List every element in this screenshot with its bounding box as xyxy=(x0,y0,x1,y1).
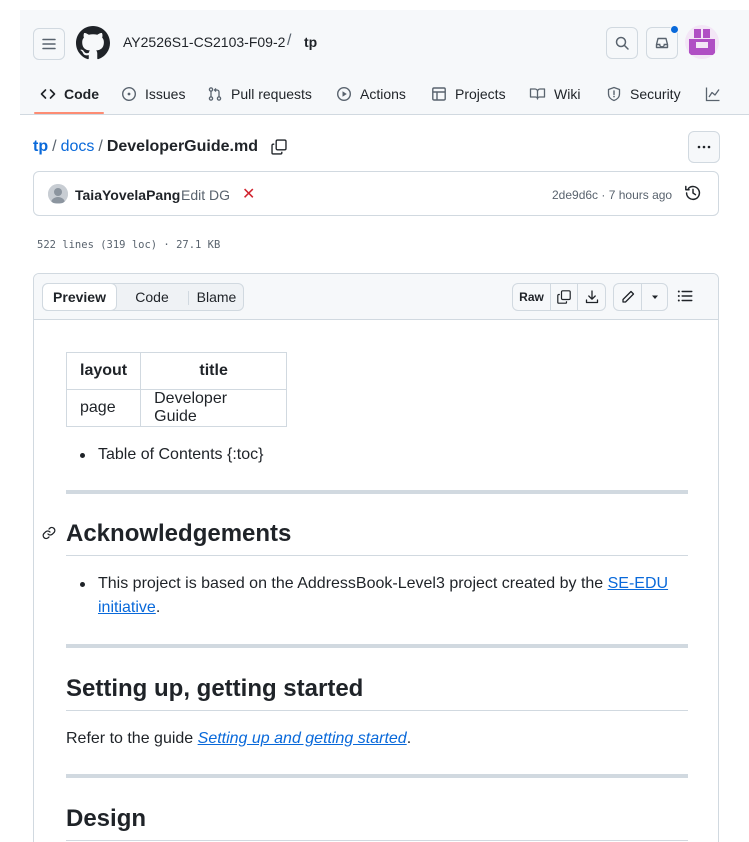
raw-actions-group: Raw xyxy=(512,283,606,311)
graph-icon xyxy=(705,87,720,102)
repo-name-link[interactable]: tp xyxy=(304,34,317,50)
breadcrumb-separator: / xyxy=(52,138,57,155)
breadcrumb-folder[interactable]: docs xyxy=(61,138,95,156)
search-icon xyxy=(615,36,629,50)
breadcrumb-root[interactable]: tp xyxy=(33,138,48,156)
inbox-icon xyxy=(655,37,669,49)
horizontal-rule xyxy=(66,774,688,778)
history-button[interactable] xyxy=(684,184,702,202)
code-icon xyxy=(40,89,56,99)
breadcrumb: tp / docs / DeveloperGuide.md xyxy=(33,138,288,156)
history-icon xyxy=(685,185,701,201)
tab-projects[interactable]: Projects xyxy=(431,80,506,108)
menu-button[interactable] xyxy=(33,28,65,60)
heading-design: Design xyxy=(66,804,688,841)
horizontal-rule xyxy=(66,490,688,494)
se-edu-link[interactable]: SE-EDU xyxy=(608,575,668,592)
repo-separator: / xyxy=(287,32,292,49)
outline-button[interactable] xyxy=(676,287,694,305)
file-meta: 522 lines (319 loc) · 27.1 KB xyxy=(37,239,221,251)
github-logo-icon[interactable] xyxy=(76,26,110,60)
pull-request-icon xyxy=(208,87,222,101)
tab-pull-requests[interactable]: Pull requests xyxy=(207,80,312,108)
book-icon xyxy=(529,88,546,100)
tab-code[interactable]: Code xyxy=(40,80,99,108)
heading-acknowledgements: Acknowledgements xyxy=(42,519,688,556)
copy-raw-button[interactable] xyxy=(551,284,578,310)
pencil-icon xyxy=(621,290,634,303)
setup-paragraph: Refer to the guide Setting up and gettin… xyxy=(66,730,412,747)
tab-actions[interactable]: Actions xyxy=(336,80,406,108)
search-button[interactable] xyxy=(606,27,638,59)
breadcrumb-separator: / xyxy=(98,138,103,155)
tab-insights[interactable] xyxy=(705,80,721,108)
table-header: title xyxy=(140,352,288,390)
play-icon xyxy=(336,86,352,102)
tab-code-view[interactable]: Code xyxy=(119,284,185,310)
repo-nav: Code Issues Pull requests Actions Projec… xyxy=(20,74,749,114)
tab-wiki[interactable]: Wiki xyxy=(529,80,580,108)
frontmatter-table: layout title page Developer Guide xyxy=(65,352,288,427)
more-options-button[interactable] xyxy=(688,131,720,163)
issue-icon xyxy=(121,86,137,102)
edit-button[interactable] xyxy=(614,284,642,310)
edit-dropdown-button[interactable] xyxy=(642,284,667,310)
table-cell: page xyxy=(65,389,142,427)
repo-owner-link[interactable]: AY2526S1-CS2103-F09-2 xyxy=(123,34,285,50)
table-cell: Developer Guide xyxy=(140,389,288,427)
tab-issues[interactable]: Issues xyxy=(121,80,185,108)
commit-message[interactable]: Edit DG xyxy=(181,187,230,203)
table-icon xyxy=(432,87,446,101)
breadcrumb-file: DeveloperGuide.md xyxy=(106,138,258,155)
tab-blame[interactable]: Blame xyxy=(189,284,244,310)
list-item: This project is based on the AddressBook… xyxy=(80,572,688,620)
raw-button[interactable]: Raw xyxy=(513,284,551,310)
download-icon xyxy=(585,290,598,304)
table-header: layout xyxy=(65,352,142,390)
view-mode-switch: Preview Code Blame xyxy=(42,283,244,311)
copy-icon xyxy=(271,139,287,155)
list-item: Table of Contents {:toc} xyxy=(79,443,263,467)
latest-commit-box: TaiaYovelaPang Edit DG ✕ 2de9d6c · 7 hou… xyxy=(33,171,719,216)
notification-dot xyxy=(670,25,679,34)
user-avatar[interactable] xyxy=(685,25,719,59)
se-edu-link[interactable]: initiative xyxy=(98,599,156,616)
tab-preview[interactable]: Preview xyxy=(42,283,117,311)
ci-failed-icon[interactable]: ✕ xyxy=(242,184,255,204)
file-viewer: Preview Code Blame Raw layout title page… xyxy=(33,273,719,842)
file-viewer-toolbar: Preview Code Blame Raw xyxy=(34,274,718,320)
repo-header: AY2526S1-CS2103-F09-2 / tp Code Issues P… xyxy=(20,10,749,115)
tab-security[interactable]: Security xyxy=(606,80,681,108)
commit-author-avatar[interactable] xyxy=(48,184,68,204)
horizontal-rule xyxy=(66,644,688,648)
heading-setup: Setting up, getting started xyxy=(66,674,688,711)
commit-meta[interactable]: 2de9d6c · 7 hours ago xyxy=(552,188,672,202)
download-button[interactable] xyxy=(578,284,605,310)
copy-icon xyxy=(557,290,571,304)
active-tab-underline xyxy=(34,112,104,114)
triangle-down-icon xyxy=(651,295,658,299)
setup-guide-link[interactable]: Setting up and getting started xyxy=(198,730,407,747)
link-icon[interactable] xyxy=(41,525,57,541)
hamburger-icon xyxy=(42,38,56,50)
edit-actions-group xyxy=(613,283,668,311)
copy-path-button[interactable] xyxy=(270,138,288,156)
list-unordered-icon xyxy=(677,290,693,302)
kebab-horizontal-icon xyxy=(697,145,711,149)
shield-icon xyxy=(607,86,621,102)
heading-text: Acknowledgements xyxy=(66,520,292,547)
commit-author[interactable]: TaiaYovelaPang xyxy=(75,187,180,203)
